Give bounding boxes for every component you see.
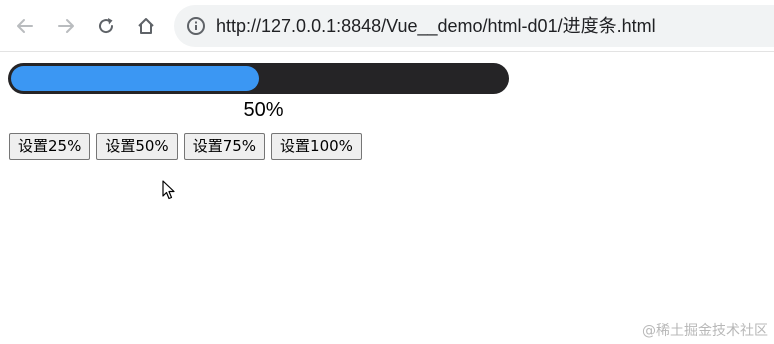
mouse-cursor-icon bbox=[162, 180, 175, 200]
set-25-button[interactable]: 设置25% bbox=[9, 133, 91, 160]
info-icon[interactable] bbox=[186, 16, 206, 36]
url-text[interactable]: http://127.0.0.1:8848/Vue__demo/html-d01… bbox=[216, 16, 656, 36]
progress-bar-fill bbox=[11, 66, 259, 91]
watermark: @稀土掘金技术社区 bbox=[642, 323, 768, 339]
forward-button[interactable] bbox=[50, 10, 82, 42]
reload-button[interactable] bbox=[90, 10, 122, 42]
back-button[interactable] bbox=[9, 10, 41, 42]
set-50-button[interactable]: 设置50% bbox=[96, 133, 178, 160]
forward-arrow-icon bbox=[58, 19, 74, 33]
set-75-button[interactable]: 设置75% bbox=[183, 133, 266, 160]
home-button[interactable] bbox=[130, 10, 162, 42]
home-icon bbox=[138, 18, 154, 34]
progress-percentage-label: 50% bbox=[243, 99, 284, 121]
address-bar[interactable]: http://127.0.0.1:8848/Vue__demo/html-d01… bbox=[174, 5, 774, 47]
button-group: 设置25% 设置50% 设置75% 设置100% bbox=[9, 133, 362, 160]
back-arrow-icon bbox=[17, 19, 33, 33]
set-100-button[interactable]: 设置100% bbox=[271, 133, 362, 160]
browser-toolbar: http://127.0.0.1:8848/Vue__demo/html-d01… bbox=[0, 0, 774, 52]
progress-bar-track bbox=[8, 63, 509, 94]
reload-icon bbox=[99, 18, 114, 34]
